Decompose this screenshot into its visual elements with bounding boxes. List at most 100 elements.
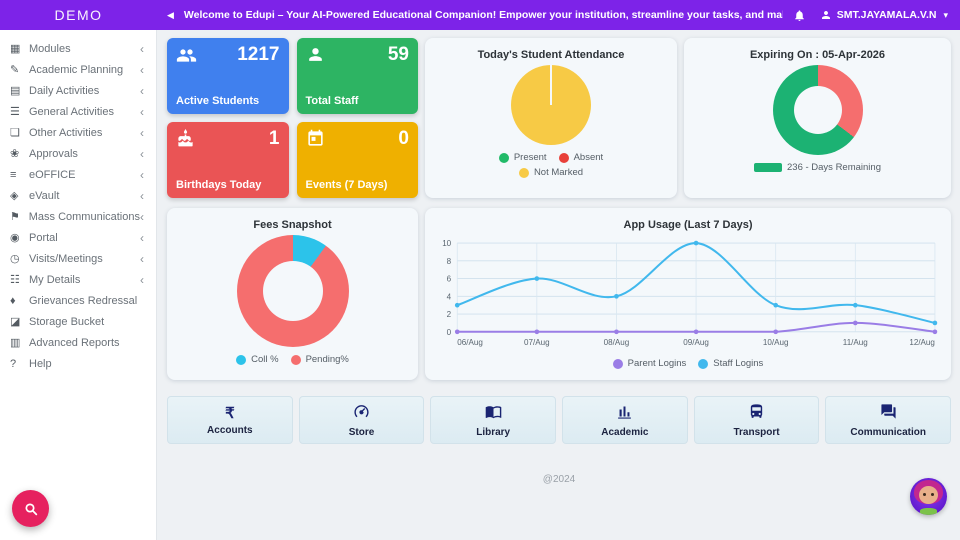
fees-title: Fees Snapshot (253, 219, 332, 231)
other-activities-icon: ❏ (10, 127, 20, 139)
svg-text:0: 0 (447, 328, 452, 337)
sidebar-item-other-activities[interactable]: ❏ Other Activities ‹ (0, 122, 156, 143)
svg-text:12/Aug: 12/Aug (909, 338, 935, 347)
sidebar-item-grievances-redressal[interactable]: ♦ Grievances Redressal (0, 290, 156, 311)
communication-icon (880, 403, 897, 425)
marquee-text: Welcome to Edupi – Your AI-Powered Educa… (183, 9, 783, 21)
shortcut-label: Store (348, 426, 375, 438)
stat-card-staff[interactable]: 59 Total Staff (296, 38, 418, 114)
legend-item: Pending% (290, 354, 349, 365)
stat-card-birthday[interactable]: 1 Birthdays Today (167, 122, 289, 198)
store-icon (353, 403, 370, 425)
sidebar-item-eoffice[interactable]: ≡ eOFFICE ‹ (0, 164, 156, 185)
sidebar-item-label: Advanced Reports (29, 336, 120, 349)
chevron-left-icon: ‹ (140, 125, 144, 140)
svg-text:10/Aug: 10/Aug (763, 338, 789, 347)
shortcut-communication[interactable]: Communication (825, 396, 952, 444)
advanced-reports-icon: ▥ (10, 337, 21, 349)
top-bar: DEMO ◀ Welcome to Edupi – Your AI-Powere… (0, 0, 960, 30)
stat-label: Total Staff (305, 95, 359, 107)
announcement-marquee: ◀ Welcome to Edupi – Your AI-Powered Edu… (157, 9, 783, 21)
chevron-left-icon: ‹ (140, 41, 144, 56)
svg-text:2: 2 (447, 310, 452, 319)
sidebar-item-approvals[interactable]: ❀ Approvals ‹ (0, 143, 156, 164)
shortcut-accounts[interactable]: ₹ Accounts (167, 396, 293, 444)
shortcut-row: ₹ Accounts Store Library Academic Transport Co… (167, 396, 952, 444)
sidebar-item-label: Grievances Redressal (29, 294, 138, 307)
chevron-left-icon: ‹ (140, 272, 144, 287)
expiring-card: Expiring On : 05-Apr-2026 236 - Days Rem… (684, 38, 951, 198)
approvals-icon: ❀ (10, 148, 20, 160)
sidebar-menu: ▦ Modules ‹ ✎ Academic Planning ‹ ▤ Daily Activ… (0, 38, 156, 374)
sidebar-item-modules[interactable]: ▦ Modules ‹ (0, 38, 156, 59)
search-fab-button[interactable] (12, 490, 49, 527)
stat-card-students[interactable]: 1217 Active Students (167, 38, 289, 114)
shortcut-store[interactable]: Store (298, 396, 425, 444)
eoffice-icon: ≡ (10, 168, 17, 181)
sidebar-item-advanced-reports[interactable]: ▥ Advanced Reports (0, 332, 156, 353)
sidebar-item-help[interactable]: ? Help (0, 353, 156, 374)
grievances-redressal-icon: ♦ (10, 294, 16, 307)
sidebar-item-label: Portal (29, 231, 58, 244)
shortcut-label: Accounts (207, 424, 253, 436)
user-menu[interactable]: SMT.JAYAMALA.V.N ▾ (820, 9, 948, 21)
chevron-left-icon: ‹ (140, 167, 144, 182)
chevron-left-icon: ‹ (140, 146, 144, 161)
birthday-icon (176, 129, 195, 152)
donut-hole (793, 86, 842, 134)
sidebar-item-daily-activities[interactable]: ▤ Daily Activities ‹ (0, 80, 156, 101)
svg-text:08/Aug: 08/Aug (604, 338, 630, 347)
shortcut-academic[interactable]: Academic (562, 396, 688, 444)
footer-copyright: @2024 (542, 474, 576, 485)
sidebar-item-label: Storage Bucket (29, 315, 105, 328)
shortcut-label: Academic (601, 426, 649, 438)
shortcut-library[interactable]: Library (430, 396, 557, 444)
chevron-left-icon: ‹ (140, 104, 144, 119)
sidebar-item-mass-communications[interactable]: ⚑ Mass Communications ‹ (0, 206, 156, 227)
stat-value: 0 (398, 128, 409, 149)
avatar-eye (923, 493, 926, 496)
stat-value: 59 (387, 44, 409, 65)
avatar-eye (931, 493, 934, 496)
sidebar-item-academic-planning[interactable]: ✎ Academic Planning ‹ (0, 59, 156, 80)
sidebar-item-evault[interactable]: ◈ eVault ‹ (0, 185, 156, 206)
rupee-icon: ₹ (225, 404, 235, 422)
sidebar-item-label: My Details (29, 273, 81, 286)
sidebar-item-label: Mass Communications (28, 210, 140, 223)
sidebar-item-label: eOFFICE (29, 168, 76, 181)
sidebar-item-label: Help (29, 357, 52, 370)
sidebar-item-portal[interactable]: ◉ Portal ‹ (0, 227, 156, 248)
notifications-button[interactable] (793, 9, 806, 22)
user-icon (821, 11, 830, 19)
svg-text:10: 10 (442, 239, 451, 248)
sidebar-item-storage-bucket[interactable]: ◪ Storage Bucket (0, 311, 156, 332)
legend-item: 236 - Days Remaining (754, 162, 881, 173)
stat-label: Events (7 Days) (305, 179, 388, 191)
svg-text:11/Aug: 11/Aug (843, 338, 868, 347)
transport-icon (748, 403, 765, 425)
chevron-down-icon: ▾ (943, 9, 948, 20)
svg-text:09/Aug: 09/Aug (683, 338, 709, 347)
shortcut-label: Communication (850, 426, 926, 438)
app-usage-card: App Usage (Last 7 Days) 0 2 4 6 8 10 06/Aug 07/… (425, 208, 951, 380)
sidebar-item-label: Visits/Meetings (29, 252, 103, 265)
shortcut-transport[interactable]: Transport (693, 396, 820, 444)
sidebar-item-my-details[interactable]: ☷ My Details ‹ (0, 269, 156, 290)
chevron-left-icon: ‹ (140, 251, 144, 266)
bell-icon (794, 9, 804, 21)
donut-hole (262, 261, 323, 321)
sidebar-item-label: eVault (29, 189, 60, 202)
sidebar-item-visits-meetings[interactable]: ◷ Visits/Meetings ‹ (0, 248, 156, 269)
svg-text:8: 8 (447, 257, 452, 266)
stat-label: Birthdays Today (176, 179, 262, 191)
svg-text:07/Aug: 07/Aug (524, 338, 550, 347)
user-name: SMT.JAYAMALA.V.N (836, 9, 937, 21)
sidebar-item-label: Modules (29, 42, 71, 55)
attendance-pie-chart (511, 65, 591, 145)
main-content: 1217 Active Students 59 Total Staff 1 Birthda… (158, 30, 960, 540)
stat-card-events[interactable]: 0 Events (7 Days) (296, 122, 418, 198)
assistant-avatar[interactable] (910, 478, 947, 515)
legend-item: Present (498, 152, 547, 163)
students-icon (176, 49, 197, 70)
sidebar-item-general-activities[interactable]: ☰ General Activities ‹ (0, 101, 156, 122)
